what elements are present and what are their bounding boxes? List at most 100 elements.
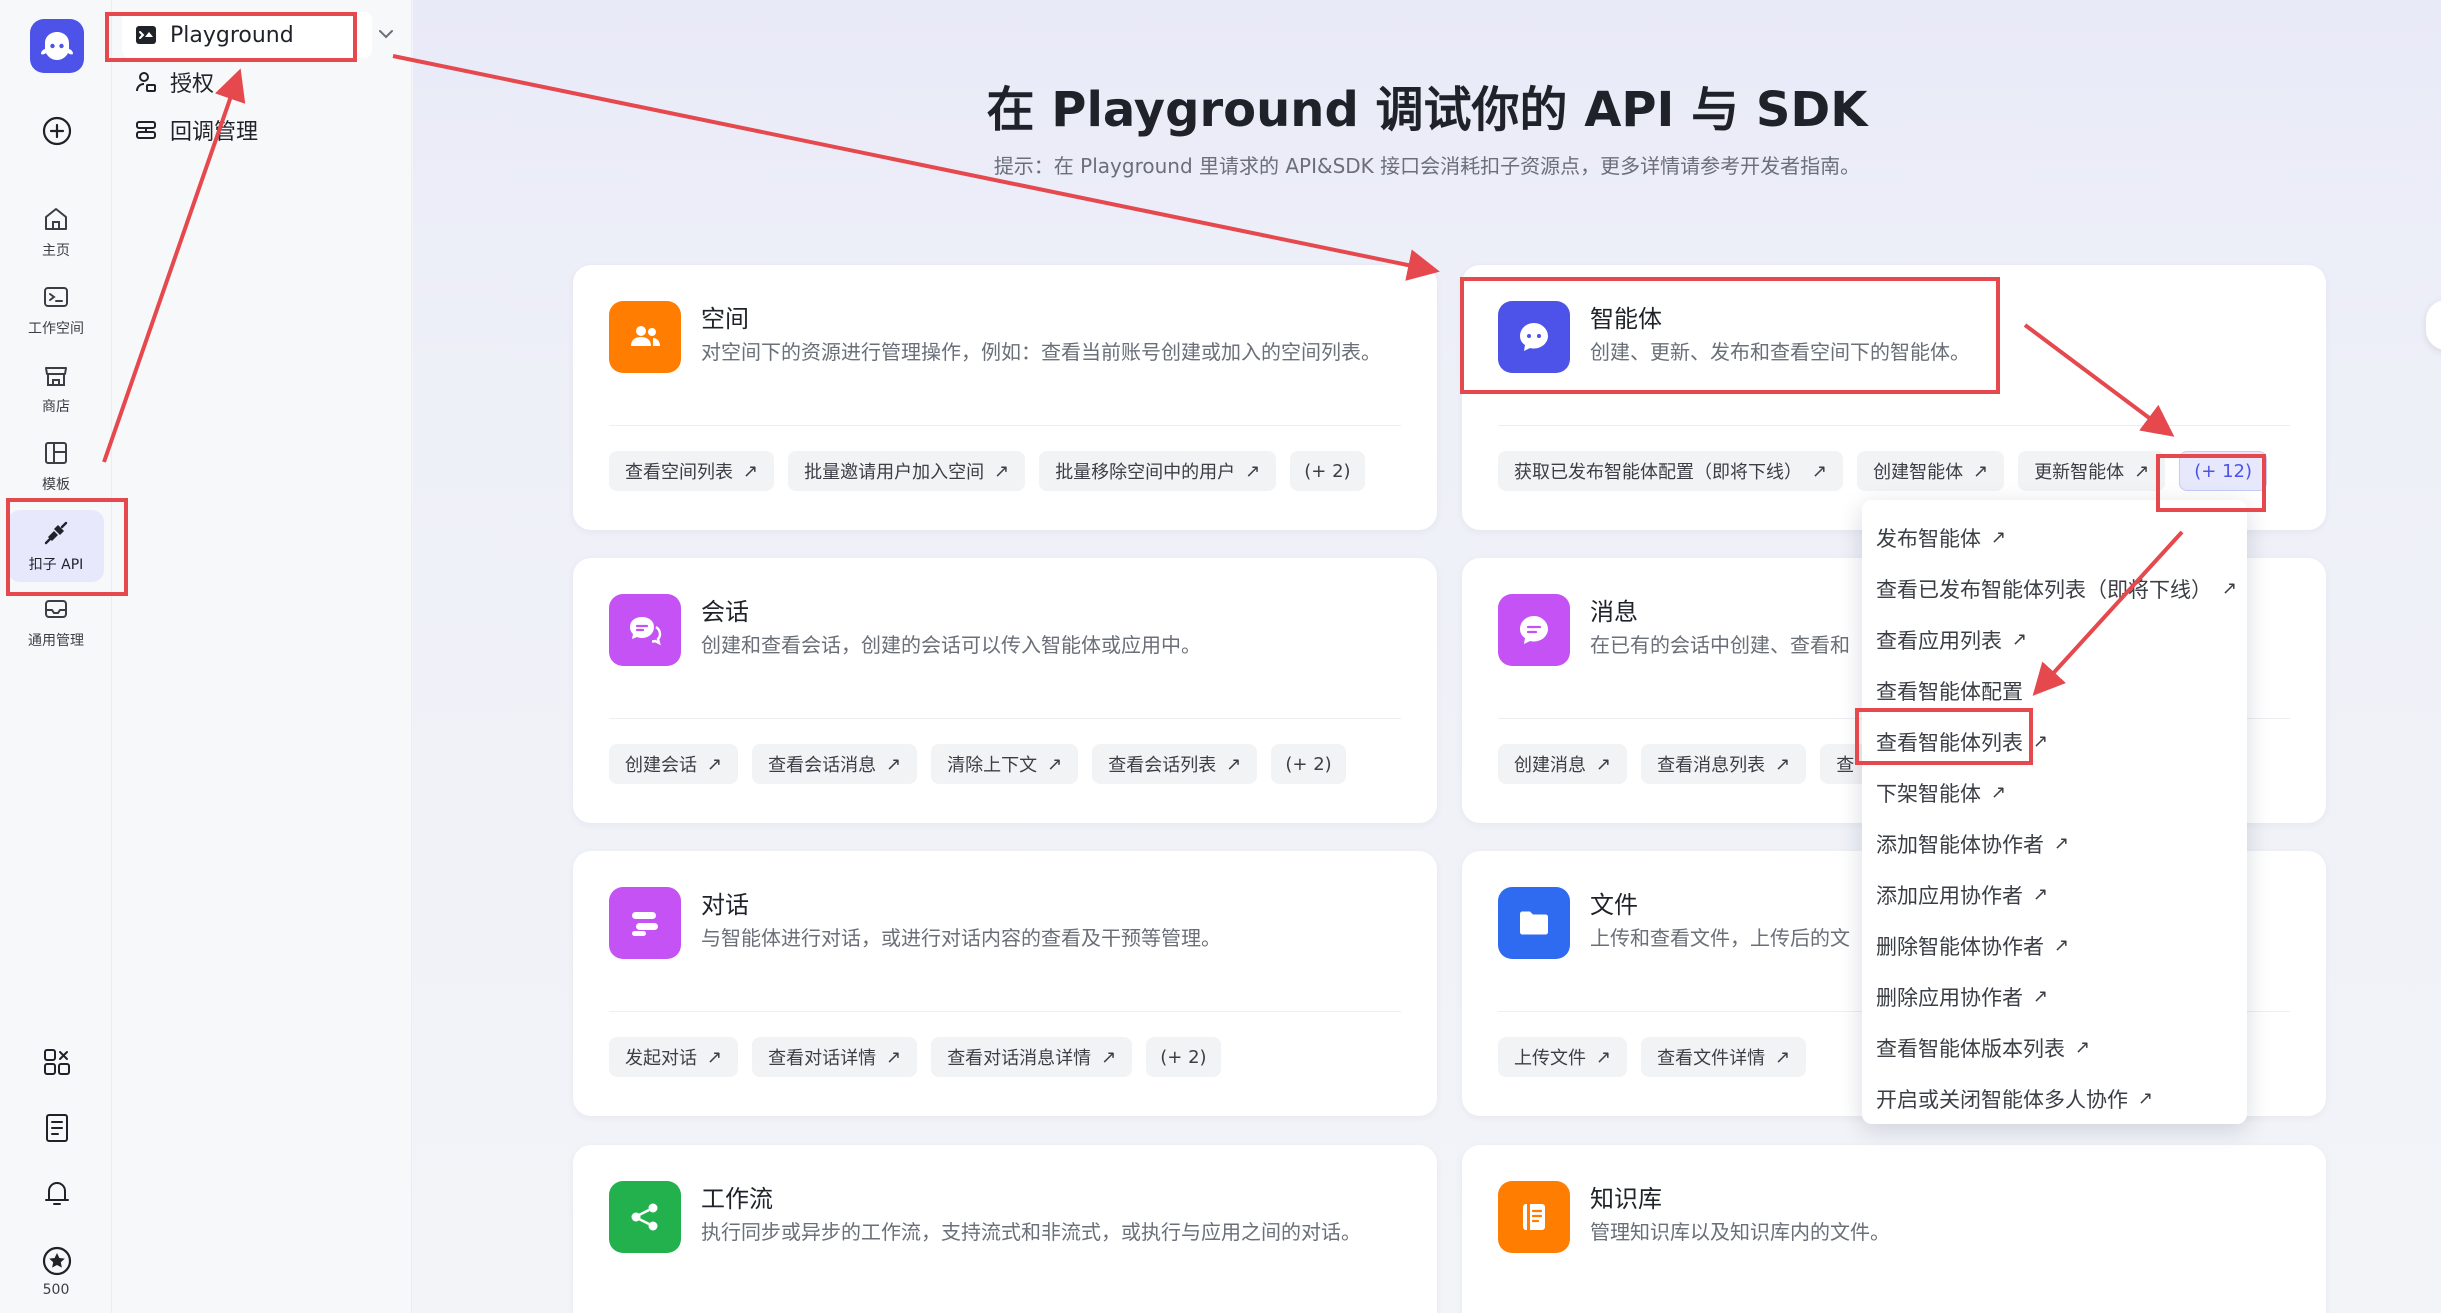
- dropdown-item-label: 查看已发布智能体列表（即将下线）: [1876, 577, 2212, 602]
- card-icon: [609, 1181, 681, 1253]
- api-link[interactable]: 查看对话消息详情 ↗: [931, 1037, 1133, 1077]
- card-title: 消息: [1590, 598, 1638, 626]
- dropdown-item[interactable]: 查看应用列表 ↗: [1862, 614, 2247, 665]
- knowledge-book-icon: [1523, 1204, 1545, 1230]
- api-link[interactable]: 获取已发布智能体配置（即将下线） ↗: [1498, 451, 1844, 491]
- api-link[interactable]: 清除上下文 ↗: [931, 744, 1079, 784]
- card-title: 对话: [701, 891, 749, 919]
- message-icon: [1520, 616, 1548, 644]
- workflow-icon: [631, 1203, 658, 1231]
- subnav-item-playground[interactable]: Playground: [122, 12, 372, 58]
- app-logo[interactable]: [30, 19, 84, 73]
- subnav-item-callback[interactable]: 回调管理: [134, 107, 258, 153]
- api-link-label: 清除上下文: [947, 755, 1038, 776]
- dropdown-item-label: 删除应用协作者: [1876, 985, 2023, 1010]
- template-icon: [45, 442, 67, 464]
- external-link-icon: ↗: [1596, 1046, 1612, 1068]
- api-link[interactable]: 创建消息 ↗: [1498, 744, 1628, 784]
- card-title: 知识库: [1590, 1185, 1662, 1213]
- external-link-icon: ↗: [743, 460, 759, 482]
- dropdown-item[interactable]: 查看智能体版本列表 ↗: [1862, 1022, 2247, 1073]
- card-chat: 对话 与智能体进行对话，或进行对话内容的查看及干预等管理。 发起对话 ↗ 查看对话…: [573, 851, 1437, 1116]
- api-link[interactable]: 查看会话消息 ↗: [752, 744, 918, 784]
- card-knowledge: 知识库 管理知识库以及知识库内的文件。: [1462, 1145, 2326, 1313]
- users-icon: [631, 326, 660, 346]
- api-link[interactable]: 查看对话详情 ↗: [752, 1037, 918, 1077]
- card-tags: 发起对话 ↗ 查看对话详情 ↗ 查看对话消息详情 ↗ (+ 2): [609, 1037, 1221, 1077]
- subnav-item-label: Playground: [170, 22, 294, 48]
- api-link-label: 更新智能体: [2034, 462, 2125, 483]
- subnav-item-label: 回调管理: [170, 120, 259, 145]
- card-conversation: 会话 创建和查看会话，创建的会话可以传入智能体或应用中。 创建会话 ↗ 查看会话消…: [573, 558, 1437, 823]
- dropdown-item[interactable]: 删除智能体协作者 ↗: [1862, 920, 2247, 971]
- external-link-icon: ↗: [1596, 753, 1612, 775]
- api-link[interactable]: 创建会话 ↗: [609, 744, 739, 784]
- dropdown-item[interactable]: 开启或关闭智能体多人协作 ↗: [1862, 1073, 2247, 1124]
- api-link[interactable]: 更新智能体 ↗: [2018, 451, 2166, 491]
- external-link-icon: ↗: [707, 753, 723, 775]
- dropdown-item[interactable]: 添加智能体协作者 ↗: [1862, 818, 2247, 869]
- card-description: 与智能体进行对话，或进行对话内容的查看及干预等管理。: [701, 926, 1221, 950]
- create-plus-icon[interactable]: [40, 114, 74, 148]
- dropdown-item[interactable]: 查看已发布智能体列表（即将下线） ↗: [1862, 563, 2247, 614]
- external-link-icon: ↗: [1245, 460, 1261, 482]
- rail-item-template[interactable]: 模板: [8, 430, 104, 502]
- bell-icon[interactable]: [40, 1176, 74, 1210]
- home-icon: [45, 208, 67, 230]
- dropdown-item[interactable]: 查看智能体配置: [1862, 665, 2247, 716]
- card-title: 智能体: [1590, 305, 1662, 333]
- dropdown-item-agent-list[interactable]: 查看智能体列表 ↗: [1862, 716, 2247, 767]
- dropdown-item-label: 开启或关闭智能体多人协作: [1876, 1087, 2128, 1112]
- dropdown-item-label: 下架智能体: [1876, 781, 1981, 806]
- dropdown-item[interactable]: 删除应用协作者 ↗: [1862, 971, 2247, 1022]
- card-icon: [1498, 1181, 1570, 1253]
- api-link[interactable]: 批量邀请用户加入空间 ↗: [788, 451, 1026, 491]
- dropdown-item[interactable]: 添加应用协作者 ↗: [1862, 869, 2247, 920]
- more-apis-button[interactable]: (+ 2): [1146, 1037, 1221, 1077]
- playground-icon: [136, 26, 156, 44]
- api-link-label: 查看文件详情: [1657, 1048, 1766, 1069]
- rail-item-workspace[interactable]: 工作空间: [8, 274, 104, 346]
- api-link-label: 查看空间列表: [625, 462, 733, 483]
- card-icon: [609, 301, 681, 373]
- card-tags: 上传文件 ↗ 查看文件详情 ↗: [1498, 1037, 1807, 1077]
- api-link[interactable]: 创建智能体 ↗: [1857, 451, 2005, 491]
- dropdown-item[interactable]: 下架智能体 ↗: [1862, 767, 2247, 818]
- rail-item-store[interactable]: 商店: [8, 352, 104, 424]
- card-description: 管理知识库以及知识库内的文件。: [1590, 1220, 1890, 1244]
- rail-item-home[interactable]: 主页: [8, 196, 104, 268]
- api-link[interactable]: 上传文件 ↗: [1498, 1037, 1628, 1077]
- api-link[interactable]: 查看会话列表 ↗: [1092, 744, 1258, 784]
- dropdown-item[interactable]: 发布智能体 ↗: [1862, 512, 2247, 563]
- external-link-icon: ↗: [1991, 527, 2007, 548]
- chevron-down-icon[interactable]: [374, 22, 398, 46]
- card-icon: [1498, 301, 1570, 373]
- dialog-icon: [632, 912, 658, 936]
- api-link[interactable]: 查看空间列表 ↗: [609, 451, 775, 491]
- document-icon[interactable]: [40, 1111, 74, 1145]
- api-link[interactable]: 查看文件详情 ↗: [1641, 1037, 1807, 1077]
- rail-item-label: 模板: [42, 477, 70, 493]
- external-link-icon: ↗: [1812, 460, 1828, 482]
- callback-icon: [136, 121, 156, 139]
- divider: [609, 425, 1401, 426]
- rail-item-general[interactable]: 通用管理: [8, 586, 104, 658]
- api-link[interactable]: 批量移除空间中的用户 ↗: [1039, 451, 1277, 491]
- more-apis-button[interactable]: (+ 2): [1271, 744, 1346, 784]
- rail-item-label: 工作空间: [28, 321, 84, 337]
- api-link-label: 创建消息: [1514, 755, 1586, 776]
- card-description: 创建、更新、发布和查看空间下的智能体。: [1590, 340, 1970, 364]
- dropdown-item-label: 查看智能体配置: [1876, 679, 2023, 704]
- more-apis-button[interactable]: (+ 12): [2179, 451, 2268, 491]
- card-icon: [609, 887, 681, 959]
- api-link[interactable]: 发起对话 ↗: [609, 1037, 739, 1077]
- more-apis-button[interactable]: (+ 2): [1290, 451, 1365, 491]
- rail-item-coze-api[interactable]: 扣子 API: [8, 510, 104, 582]
- api-link[interactable]: 查看消息列表 ↗: [1641, 744, 1807, 784]
- api-link-label: 获取已发布智能体配置（即将下线）: [1514, 462, 1802, 483]
- sub-sidebar: Playground 授权 回调管理: [112, 0, 412, 1313]
- left-rail: 主页 工作空间 商店 模板 扣子 API 通用管理 500: [0, 0, 112, 1313]
- subnav-item-auth[interactable]: 授权: [134, 59, 214, 105]
- apps-grid-icon[interactable]: [40, 1045, 74, 1079]
- credits-icon[interactable]: [40, 1244, 74, 1278]
